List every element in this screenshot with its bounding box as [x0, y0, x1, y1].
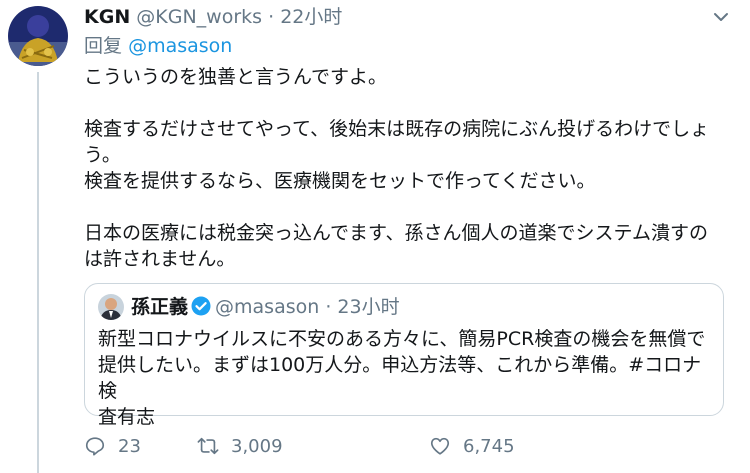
tweet-text-line: 検査を提供するなら、医療機関をセットで作ってください。	[84, 170, 596, 192]
author-avatar[interactable]	[8, 6, 68, 66]
quoted-header: 孫正義 @masason · 23小时	[131, 294, 400, 320]
quoted-tweet[interactable]: 孫正義 @masason · 23小时 新型コロナウイルスに不安のある方々に、簡易…	[84, 283, 724, 428]
tweet-card[interactable]: KGN @KGN_works · 22小时 回复 @masason こういうのを…	[0, 0, 750, 473]
reply-icon	[85, 437, 105, 456]
tweet-text: こういうのを独善と言うんですよ。 検査するだけさせてやって、後始末は既存の病院に…	[84, 64, 734, 272]
thread-line	[37, 72, 39, 473]
quoted-author-handle[interactable]: @masason	[215, 296, 319, 318]
quoted-text: 新型コロナウイルスに不安のある方々に、簡易PCR検査の機会を無償で 提供したい。…	[98, 326, 713, 430]
reply-context: 回复 @masason	[84, 33, 232, 59]
reply-mention-link[interactable]: @masason	[128, 35, 232, 57]
tweet-header: KGN @KGN_works · 22小时	[84, 4, 342, 30]
retweet-count: 3,009	[231, 435, 283, 457]
retweet-icon	[197, 437, 219, 455]
author-handle[interactable]: @KGN_works	[136, 6, 262, 28]
tweet-text-line: う。	[84, 144, 121, 166]
tweet-timestamp[interactable]: 22小时	[280, 6, 342, 28]
tweet-text-line: は許されません。	[84, 248, 236, 270]
chevron-down-icon[interactable]	[712, 8, 730, 26]
quoted-text-line: 新型コロナウイルスに不安のある方々に、簡易PCR検査の機会を無償で	[98, 328, 706, 350]
tweet-text-line: 検査するだけさせてやって、後始末は既存の病院にぶん投げるわけでしょ	[84, 118, 710, 140]
quoted-author-name[interactable]: 孫正義	[131, 296, 188, 318]
author-name[interactable]: KGN	[84, 6, 130, 28]
reply-prefix: 回复	[84, 35, 123, 57]
quoted-text-line: 査有志	[98, 406, 156, 428]
quoted-header-separator: ·	[325, 296, 332, 318]
tweet-text-line: こういうのを独善と言うんですよ。	[84, 66, 388, 88]
verified-badge-icon	[191, 296, 211, 316]
heart-icon	[430, 437, 450, 455]
reply-count: 23	[118, 435, 141, 457]
like-button[interactable]: 6,745	[429, 435, 515, 457]
reply-button[interactable]: 23	[84, 435, 141, 457]
quoted-author-avatar[interactable]	[98, 294, 124, 320]
quoted-text-line: 提供したい。まずは100万人分。申込方法等、これから準備。#コロナ検	[98, 354, 702, 402]
quoted-timestamp[interactable]: 23小时	[337, 296, 399, 318]
like-count: 6,745	[463, 435, 515, 457]
header-separator: ·	[268, 6, 275, 28]
tweet-text-line: 日本の医療には税金突っ込んでます、孫さん個人の道楽でシステム潰すの	[84, 222, 708, 244]
retweet-button[interactable]: 3,009	[197, 435, 283, 457]
